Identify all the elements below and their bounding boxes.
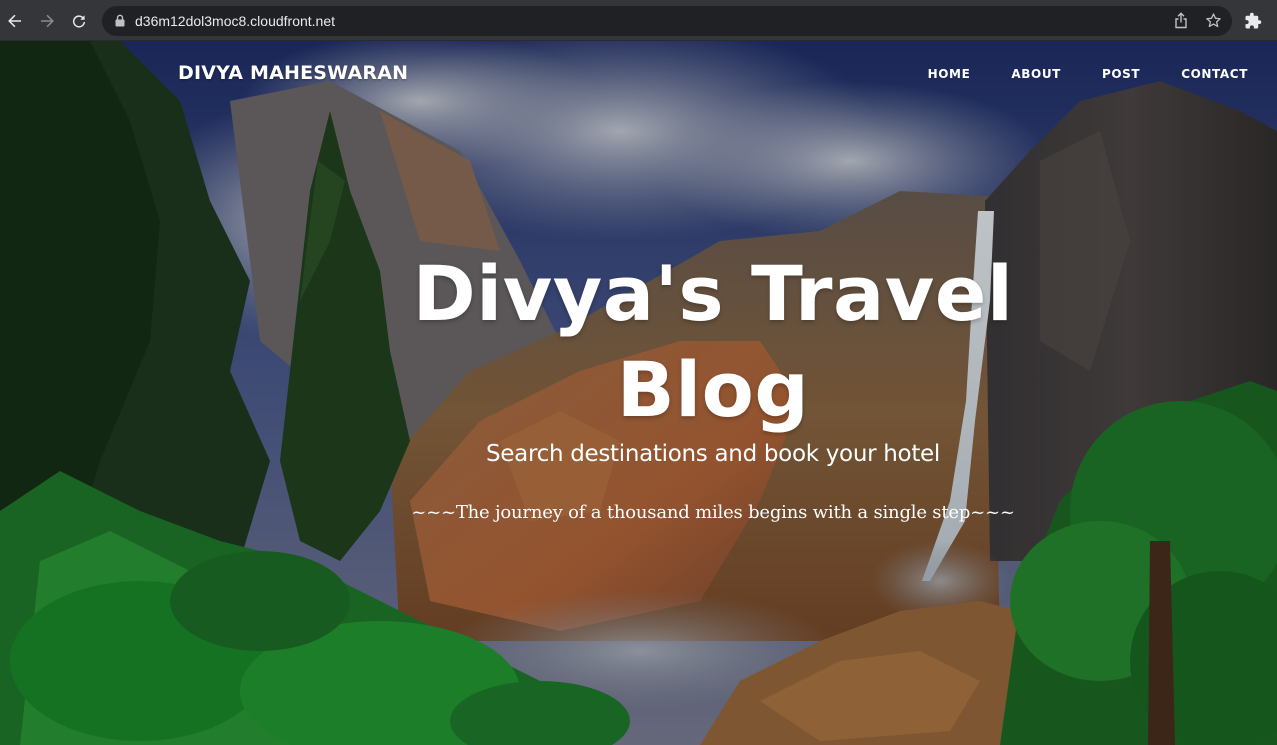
main-nav: HOME ABOUT POST CONTACT bbox=[887, 67, 1248, 81]
browser-toolbar: d36m12dol3moc8.cloudfront.net bbox=[0, 0, 1277, 41]
forward-button[interactable] bbox=[34, 8, 60, 34]
nav-post[interactable]: POST bbox=[1102, 67, 1140, 81]
share-icon[interactable] bbox=[1174, 12, 1188, 34]
address-bar[interactable]: d36m12dol3moc8.cloudfront.net bbox=[102, 6, 1232, 36]
back-button[interactable] bbox=[2, 8, 28, 34]
hero-heading-line1: Divya's Travel bbox=[412, 249, 1014, 338]
hero-section: DIVYA MAHESWARAN HOME ABOUT POST CONTACT… bbox=[0, 41, 1277, 745]
nav-about[interactable]: ABOUT bbox=[1011, 67, 1061, 81]
hero-quote: ~~~The journey of a thousand miles begin… bbox=[411, 502, 1015, 523]
arrow-right-icon bbox=[39, 13, 55, 29]
star-icon[interactable] bbox=[1205, 12, 1222, 34]
hero-subheading: Search destinations and book your hotel bbox=[486, 441, 940, 467]
reload-button[interactable] bbox=[66, 8, 92, 34]
hero-heading: Divya's Travel Blog bbox=[338, 246, 1088, 438]
hero-heading-line2: Blog bbox=[616, 345, 810, 434]
url-text[interactable]: d36m12dol3moc8.cloudfront.net bbox=[135, 13, 335, 29]
nav-contact[interactable]: CONTACT bbox=[1181, 67, 1248, 81]
lock-icon bbox=[115, 14, 125, 32]
arrow-left-icon bbox=[7, 13, 23, 29]
nav-home[interactable]: HOME bbox=[928, 67, 971, 81]
site-title[interactable]: DIVYA MAHESWARAN bbox=[178, 62, 408, 84]
puzzle-icon[interactable] bbox=[1244, 12, 1262, 35]
reload-icon bbox=[71, 13, 87, 29]
